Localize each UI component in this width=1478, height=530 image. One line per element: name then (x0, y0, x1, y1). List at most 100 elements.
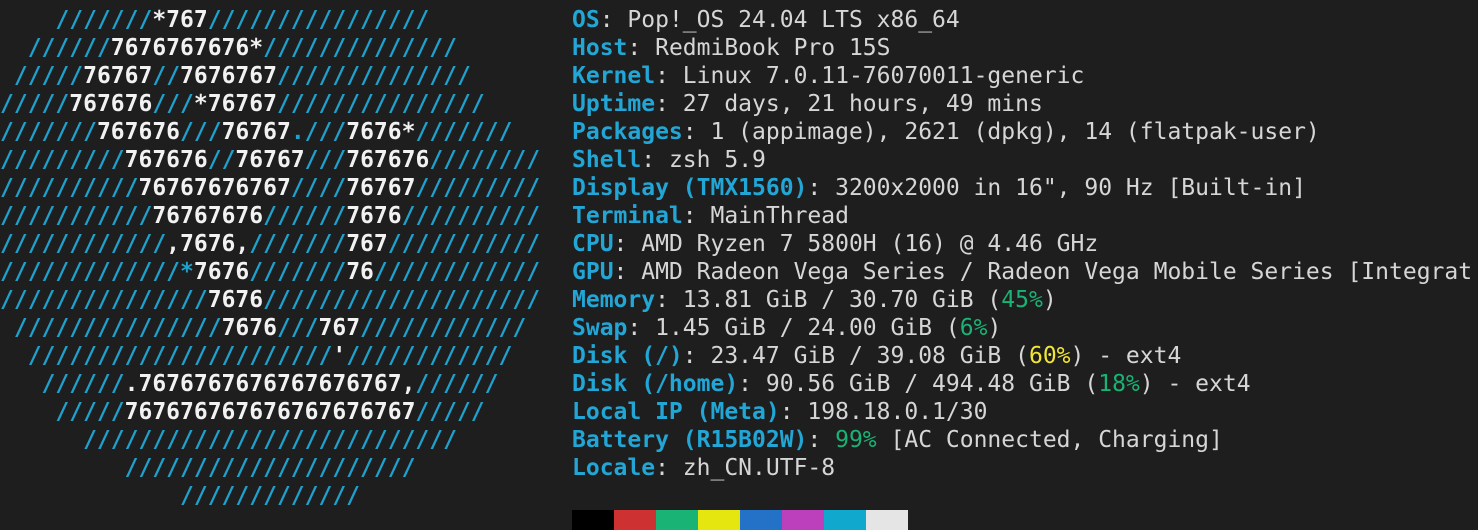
logo-segment: //////////// (360, 315, 527, 341)
info-value: Pop!_OS 24.04 LTS x86_64 (627, 7, 960, 33)
logo-segment: 76767676 (152, 203, 264, 229)
info-value: ) (987, 315, 1002, 341)
logo-line: ///////////////////// (0, 454, 540, 482)
logo-segment: ////// (0, 371, 125, 397)
info-key: Uptime (572, 91, 656, 117)
logo-segment: 767676 (124, 147, 208, 173)
info-row: Shell: zsh 5.9 (572, 146, 1472, 174)
logo-segment: ' (332, 343, 347, 369)
palette-swatch (866, 510, 908, 530)
logo-segment: //////////// (0, 231, 167, 257)
palette-swatch (698, 510, 740, 530)
logo-line: ////////////,7676,///////767/////////// (0, 230, 540, 258)
logo-segment: /////// (249, 259, 347, 285)
palette-swatch (824, 510, 866, 530)
info-key: Packages (572, 119, 683, 145)
logo-line: /////////////////////////// (0, 426, 540, 454)
logo-segment: ///////////// (0, 483, 361, 509)
info-row: Local IP (Meta): 198.18.0.1/30 (572, 398, 1472, 426)
logo-segment: //////////// (346, 343, 513, 369)
logo-segment: /////////// (387, 231, 541, 257)
logo-segment: /////// (0, 119, 97, 145)
logo-segment: 7676 (207, 287, 264, 313)
logo-segment: /// (152, 91, 194, 117)
logo-segment: ////////// (401, 203, 541, 229)
logo-line: /////////767676//76767///767676//////// (0, 146, 540, 174)
system-info-list: OS: Pop!_OS 24.04 LTS x86_64 Host: RedmiB… (572, 6, 1472, 482)
info-value: 1.45 GiB / 24.00 GiB ( (655, 315, 960, 341)
logo-segment: ./// (290, 119, 347, 145)
info-separator: : (807, 175, 836, 201)
logo-segment: ////////////////////// (0, 343, 333, 369)
info-key: OS (572, 7, 600, 33)
logo-segment: //// (290, 175, 347, 201)
logo-line: /////767676767676767676767///// (0, 398, 540, 426)
info-separator: : (641, 147, 669, 173)
info-row: Disk (/): 23.47 GiB / 39.08 GiB (60%) - … (572, 342, 1472, 370)
info-separator: : (627, 35, 656, 61)
info-key: Memory (572, 287, 656, 313)
color-palette (572, 510, 908, 530)
logo-line: ///////767676///76767.///7676*/////// (0, 118, 540, 146)
info-key: Disk (/home) (572, 371, 739, 397)
logo-segment: /// (180, 119, 222, 145)
info-key: Display (TMX1560) (572, 175, 808, 201)
logo-segment: 7676 (193, 259, 250, 285)
info-value: AMD Radeon Vega Series / Radeon Vega Mob… (641, 259, 1473, 285)
info-row: Kernel: Linux 7.0.11-76070011-generic (572, 62, 1472, 90)
info-value: zh_CN.UTF-8 (682, 455, 836, 481)
logo-segment: /////// (415, 119, 513, 145)
info-key: Battery (R15B02W) (572, 427, 808, 453)
palette-swatch (782, 510, 824, 530)
logo-line: /////76767//7676767////////////// (0, 62, 540, 90)
logo-line: ///////////// (0, 482, 540, 510)
info-separator: : (599, 7, 628, 33)
logo-segment: *767 (152, 7, 208, 33)
logo-segment: ////// (263, 203, 347, 229)
info-row: Memory: 13.81 GiB / 30.70 GiB (45%) (572, 286, 1472, 314)
info-value: 99% (835, 427, 877, 453)
logo-segment: 7676 (346, 203, 402, 229)
info-key: Shell (572, 147, 642, 173)
info-value: 13.81 GiB / 30.70 GiB ( (682, 287, 1002, 313)
logo-line: //////7676767676*////////////// (0, 34, 540, 62)
info-value: MainThread (710, 203, 849, 229)
info-separator: : (682, 203, 711, 229)
logo-segment: ////////////// (263, 35, 457, 61)
logo-segment: ///////// (415, 175, 541, 201)
info-value: AMD Ryzen 7 5800H (16) @ 4.46 GHz (641, 231, 1099, 257)
info-key: Host (572, 35, 628, 61)
logo-segment: 7676767 (180, 63, 277, 89)
info-key: Disk (/) (572, 343, 683, 369)
info-value: ) - ext4 (1139, 371, 1251, 397)
info-key: GPU (572, 259, 614, 285)
logo-segment: ///// (0, 91, 70, 117)
logo-segment: * (180, 259, 194, 285)
logo-segment: //////////// (373, 259, 541, 285)
logo-segment: 767676 (346, 147, 430, 173)
logo-segment: // (207, 147, 236, 173)
info-key: Swap (572, 315, 628, 341)
info-row: Display (TMX1560): 3200x2000 in 16", 90 … (572, 174, 1472, 202)
info-row: Battery (R15B02W): 99% [AC Connected, Ch… (572, 426, 1472, 454)
info-value: 1 (appimage), 2621 (dpkg), 14 (flatpak-u… (710, 119, 1320, 145)
info-value: 90.56 GiB / 494.48 GiB ( (765, 371, 1099, 397)
logo-line: //////////76767676767////76767///////// (0, 174, 540, 202)
info-row: Swap: 1.45 GiB / 24.00 GiB (6%) (572, 314, 1472, 342)
logo-segment: 76767 (221, 119, 291, 145)
info-row: CPU: AMD Ryzen 7 5800H (16) @ 4.46 GHz (572, 230, 1472, 258)
info-row: Terminal: MainThread (572, 202, 1472, 230)
logo-segment: //////////////////// (263, 287, 541, 313)
logo-segment: //////// (429, 147, 541, 173)
info-value: 60% (1028, 343, 1071, 369)
info-separator: : (655, 91, 683, 117)
logo-segment: 7676* (346, 119, 416, 145)
logo-segment: 76 (346, 259, 374, 285)
info-value: ) (1042, 287, 1057, 313)
logo-line: //////////////////////'//////////// (0, 342, 540, 370)
logo-segment: /////////////////////////// (0, 427, 457, 453)
info-value: 27 days, 21 hours, 49 mins (682, 91, 1043, 117)
logo-segment: 7676767676* (110, 35, 264, 61)
info-separator: : (613, 231, 642, 257)
info-value: zsh 5.9 (668, 147, 766, 173)
